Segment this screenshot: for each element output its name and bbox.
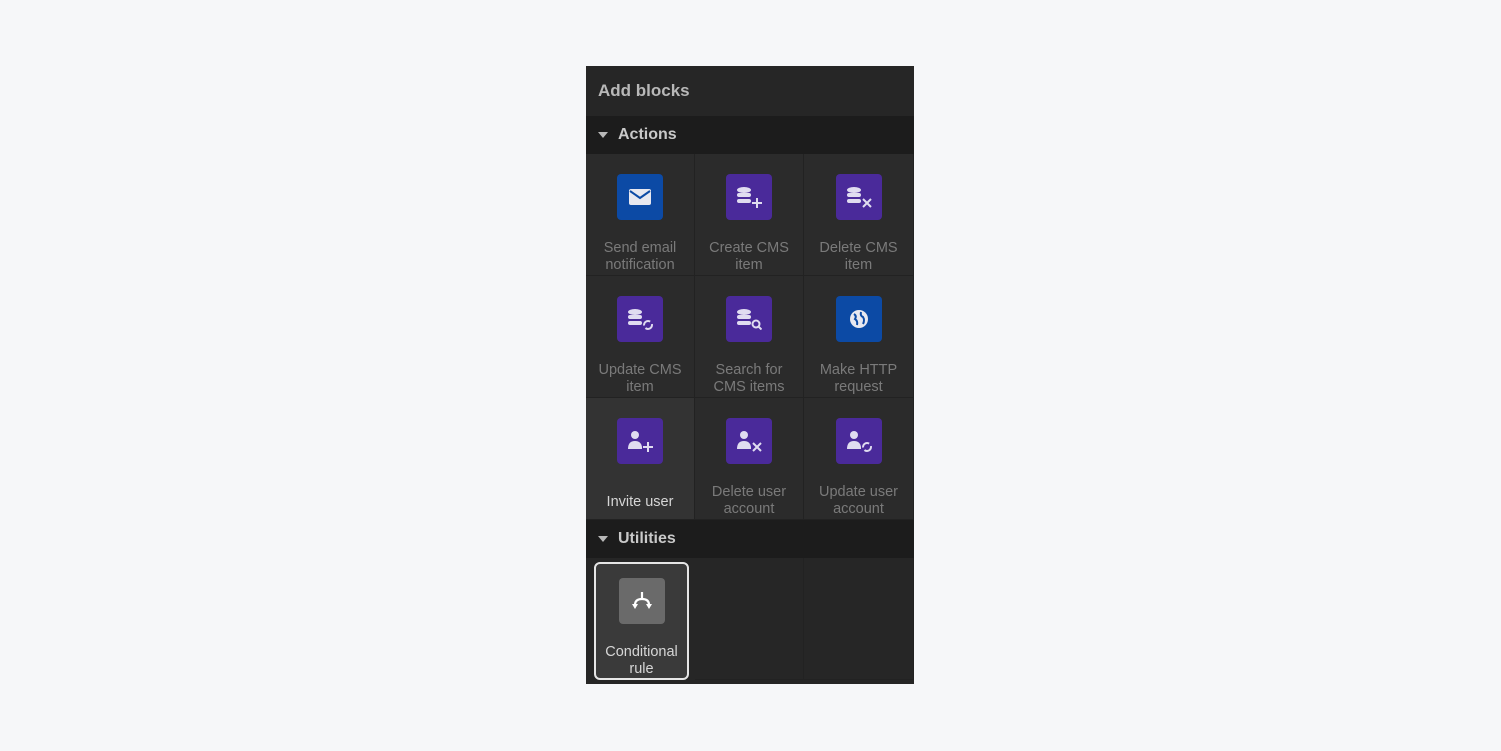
block-delete-cms-item[interactable]: Delete CMS item [804,154,914,276]
block-label: account [833,501,884,517]
block-conditional-rule[interactable]: Conditional rule [594,562,689,680]
actions-grid: Send email notification Create CMS item … [586,154,914,520]
block-label: Search for [715,362,783,378]
block-delete-user-account[interactable]: Delete user account [695,398,804,520]
block-label: Update CMS [598,362,682,378]
user-x-icon [726,418,772,464]
panel-title: Add blocks [598,81,690,100]
block-label: rule [629,661,654,677]
section-header-utilities[interactable]: Utilities [586,520,914,558]
block-label: CMS items [713,379,785,395]
utilities-grid: Conditional rule [586,558,914,680]
database-x-icon [835,174,882,220]
block-create-cms-item[interactable]: Create CMS item [695,154,804,276]
block-make-http-request[interactable]: Make HTTP request [804,276,914,398]
block-label: request [834,379,883,395]
database-plus-icon [726,174,772,220]
user-sync-icon [835,418,882,464]
block-label: item [626,379,654,395]
block-label: Create CMS [709,240,789,256]
block-label: Conditional [605,644,678,660]
caret-down-icon [598,132,608,138]
section-header-actions[interactable]: Actions [586,116,914,154]
block-label: Make HTTP [819,362,898,378]
block-update-user-account[interactable]: Update user account [804,398,914,520]
block-label: Update user [819,484,898,500]
block-invite-user[interactable]: Invite user [586,398,695,520]
branch-icon [618,578,665,624]
add-blocks-panel: Add blocks Actions Send email notificati… [586,66,914,684]
section-title: Utilities [618,530,676,547]
block-label: Delete user [711,484,787,500]
envelope-icon [617,174,663,220]
block-label: item [735,257,763,273]
section-title: Actions [618,126,677,143]
block-label: notification [605,257,675,273]
block-label: Invite user [606,494,674,510]
block-label: Delete CMS [819,240,898,256]
database-search-icon [726,296,772,342]
empty-slot [804,558,914,680]
caret-down-icon [598,536,608,542]
block-send-email-notification[interactable]: Send email notification [586,154,695,276]
globe-icon [835,296,882,342]
user-plus-icon [617,418,663,464]
empty-slot [695,558,804,680]
block-update-cms-item[interactable]: Update CMS item [586,276,695,398]
block-label: account [723,501,775,517]
block-label: item [844,257,873,273]
block-search-cms-items[interactable]: Search for CMS items [695,276,804,398]
database-sync-icon [617,296,663,342]
block-label: Send email [603,240,677,256]
